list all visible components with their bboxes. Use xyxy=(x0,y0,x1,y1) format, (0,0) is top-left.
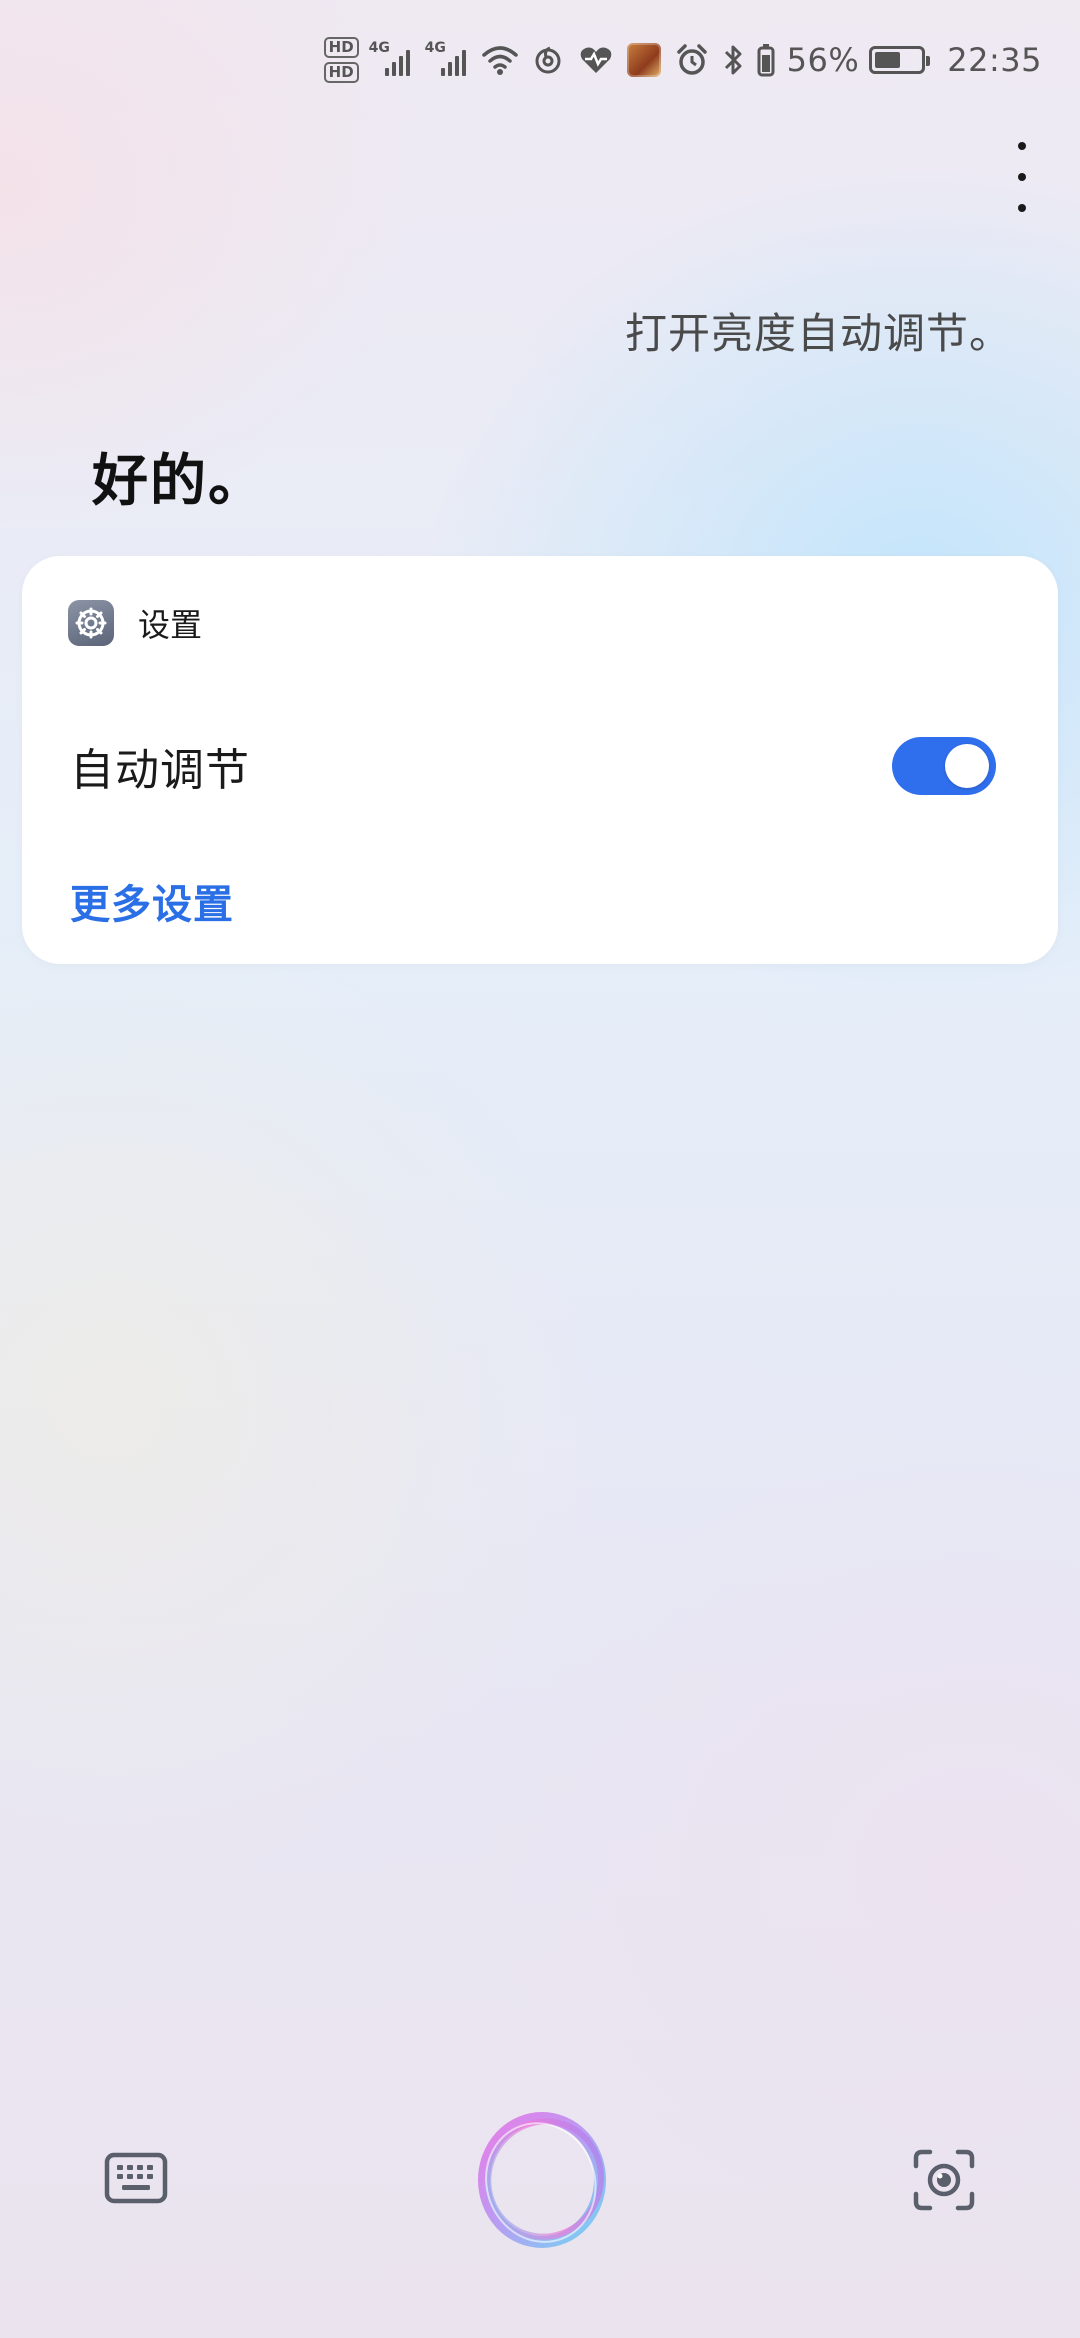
wifi-icon xyxy=(481,40,519,80)
auto-brightness-label: 自动调节 xyxy=(70,745,250,796)
settings-card: 设置 自动调节 更多设置 xyxy=(22,556,1058,964)
voice-orb-icon[interactable] xyxy=(470,2108,614,2252)
assistant-reply-text: 好的。 xyxy=(92,449,266,514)
battery-saver-icon xyxy=(755,40,777,80)
card-header[interactable]: 设置 xyxy=(68,600,202,646)
user-query-text: 打开亮度自动调节。 xyxy=(624,309,1012,358)
bluetooth-icon xyxy=(721,40,745,80)
hd-sim2-icon: HD xyxy=(323,62,359,83)
auto-brightness-toggle[interactable] xyxy=(892,737,996,795)
battery-level-fill xyxy=(875,52,901,68)
scan-camera-icon[interactable] xyxy=(912,2148,976,2212)
signal-sim1-icon: 4G xyxy=(369,40,415,80)
status-icons: HD HD 4G 4G 56% 22:35 xyxy=(323,28,1042,92)
hd-icon: HD HD xyxy=(323,37,359,83)
alarm-icon xyxy=(673,40,711,80)
game-app-icon xyxy=(625,40,663,80)
battery-icon xyxy=(869,46,931,74)
toggle-knob xyxy=(945,744,989,788)
netease-music-icon xyxy=(529,40,567,80)
more-settings-link[interactable]: 更多设置 xyxy=(70,872,234,930)
card-app-name: 设置 xyxy=(138,606,203,644)
more-vertical-icon[interactable] xyxy=(1004,142,1040,212)
status-bar: HD HD 4G 4G 56% 22:35 xyxy=(0,0,1080,120)
settings-gear-icon xyxy=(68,600,114,646)
signal-sim2-icon: 4G xyxy=(425,40,471,80)
hd-sim1-icon: HD xyxy=(323,37,359,58)
keyboard-icon[interactable] xyxy=(104,2150,168,2206)
clock-time: 22:35 xyxy=(947,41,1042,79)
auto-brightness-row: 自动调节 xyxy=(70,726,996,806)
health-heart-icon xyxy=(577,40,615,80)
battery-percent: 56% xyxy=(786,41,860,79)
